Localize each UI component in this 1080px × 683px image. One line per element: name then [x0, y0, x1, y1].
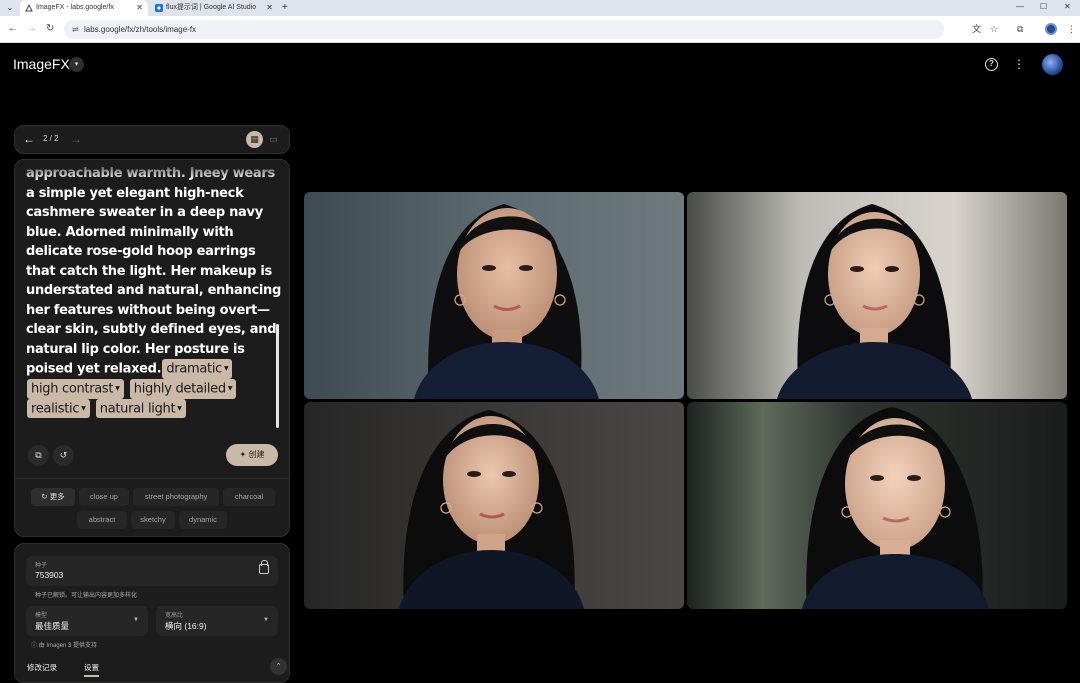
- dropdown-caret-icon: ▼: [133, 617, 139, 623]
- aspect-value: 横向 (16:9): [165, 621, 207, 631]
- forward-icon[interactable]: →: [27, 23, 37, 35]
- seed-label: 种子: [35, 563, 48, 569]
- browser-menu-icon[interactable]: ⋮: [1067, 24, 1076, 35]
- imagefx-favicon-icon: [25, 4, 33, 12]
- model-select[interactable]: 模型 最佳质量 ▼: [26, 606, 148, 636]
- more-suggestions-button[interactable]: ↻ 更多: [31, 488, 75, 506]
- tab-history[interactable]: 修改记录: [27, 662, 57, 673]
- url-text: labs.google/fx/zh/tools/image-fx: [84, 25, 197, 34]
- prompt-editor[interactable]: approachable warmth. Jneey wears a simpl…: [26, 164, 282, 432]
- chip-label: high contrast: [31, 381, 114, 396]
- maximize-icon[interactable]: ☐: [1040, 0, 1047, 14]
- close-tab-icon[interactable]: ✕: [136, 0, 143, 16]
- page-count: 2 / 2: [43, 134, 59, 143]
- model-value: 最佳质量: [35, 621, 70, 631]
- chip-realistic[interactable]: realistic ▼: [27, 398, 90, 419]
- more-options-icon[interactable]: ⋮: [1013, 57, 1025, 71]
- extensions-icon[interactable]: ⧉: [1017, 24, 1023, 35]
- collapse-chevron-icon[interactable]: ⌃: [270, 658, 287, 675]
- generated-image-4[interactable]: [687, 402, 1067, 609]
- reload-icon[interactable]: ↻: [46, 23, 54, 35]
- grid-view-icon[interactable]: ▦: [246, 131, 263, 148]
- browser-toolbar: ← → ↻ ⇌ labs.google/fx/zh/tools/image-fx…: [0, 16, 1080, 43]
- chip-caret-icon: ▼: [81, 404, 86, 412]
- chip-label: dramatic: [166, 361, 222, 377]
- tab-search-icon[interactable]: ⌄: [4, 2, 16, 14]
- browser-tab-imagefx[interactable]: ImageFX - labs.google/fx ✕: [20, 0, 148, 16]
- suggestion-chip[interactable]: charcoal: [223, 488, 275, 506]
- chip-label: highly detailed: [133, 381, 226, 396]
- unlock-icon[interactable]: [259, 560, 269, 574]
- pager-bar: ← 2 / 2 → ▦ ▭: [14, 125, 290, 154]
- prompt-fade: [15, 160, 289, 180]
- seed-value[interactable]: 753903: [35, 570, 63, 580]
- prompt-text[interactable]: approachable warmth. Jneey wears a simpl…: [26, 166, 281, 376]
- chip-highly-detailed[interactable]: highly detailed ▼: [129, 378, 237, 399]
- suggestion-chip[interactable]: abstract: [77, 511, 127, 529]
- suggestion-chip[interactable]: sketchy: [131, 511, 175, 529]
- settings-panel: 种子 753903 种子已解锁。可让输出内容更加多样化 模型 最佳质量 ▼ 宽高…: [14, 543, 290, 683]
- suggestion-chip[interactable]: dynamic: [179, 511, 227, 529]
- new-tab-icon[interactable]: +: [282, 0, 288, 16]
- info-icon: ⓘ: [31, 643, 38, 649]
- browser-profile-avatar[interactable]: [1045, 23, 1057, 35]
- generated-image-2[interactable]: [687, 192, 1067, 399]
- chip-caret-icon: ▼: [227, 384, 233, 392]
- chip-caret-icon: ▼: [223, 365, 229, 372]
- tab-settings[interactable]: 设置: [84, 662, 99, 673]
- copy-prompt-icon[interactable]: ⧉: [28, 445, 49, 466]
- prompt-scrollbar[interactable]: [276, 324, 279, 428]
- generated-image-1[interactable]: [304, 192, 684, 399]
- bookmark-star-icon[interactable]: ☆: [990, 24, 998, 35]
- tab-title: ImageFX - labs.google/fx: [36, 4, 114, 11]
- seed-note: 种子已解锁。可让输出内容更加多样化: [35, 593, 138, 599]
- chip-caret-icon: ▼: [177, 404, 182, 412]
- reset-prompt-icon[interactable]: ↺: [53, 445, 74, 466]
- ai-studio-favicon-icon: [155, 4, 163, 12]
- close-window-icon[interactable]: ✕: [1064, 0, 1071, 14]
- prompt-panel: approachable warmth. Jneey wears a simpl…: [14, 159, 290, 537]
- suggestion-chip[interactable]: close up: [79, 488, 129, 506]
- chip-caret-icon: ▼: [115, 384, 120, 392]
- tab-title: flux提示词 | Google AI Studio: [166, 4, 257, 11]
- browser-tab-bar: ⌄ ImageFX - labs.google/fx ✕ flux提示词 | G…: [0, 0, 1080, 16]
- create-label: 创建: [248, 450, 265, 459]
- refresh-icon: ↻: [41, 492, 48, 501]
- seed-field[interactable]: 种子 753903: [26, 556, 278, 586]
- active-tab-indicator: [84, 675, 99, 677]
- divider: [15, 478, 289, 479]
- site-info-icon[interactable]: ⇌: [72, 20, 79, 39]
- chip-natural-light[interactable]: natural light ▼: [95, 398, 186, 419]
- minimize-icon[interactable]: —: [1016, 0, 1024, 14]
- user-avatar[interactable]: [1042, 54, 1063, 75]
- model-label: 模型: [35, 613, 48, 619]
- previous-arrow-icon[interactable]: ←: [23, 132, 35, 146]
- dropdown-caret-icon: ▼: [263, 617, 269, 623]
- more-label: 更多: [49, 492, 65, 501]
- sparkle-icon: ✦: [239, 450, 247, 459]
- aspect-label: 宽高比: [165, 613, 184, 619]
- create-button[interactable]: ✦ 创建: [226, 444, 278, 466]
- chip-dramatic[interactable]: dramatic ▼: [162, 359, 233, 379]
- chip-high-contrast[interactable]: high contrast ▼: [27, 378, 124, 399]
- powered-by: ⓘ 由 Imagen 3 提供支持: [31, 640, 97, 649]
- url-bar[interactable]: ⇌ labs.google/fx/zh/tools/image-fx: [64, 20, 944, 39]
- powered-by-text: 由 Imagen 3 提供支持: [38, 643, 98, 649]
- app-switcher-chevron-icon[interactable]: ▾: [69, 57, 84, 72]
- suggestion-chip[interactable]: street photography: [133, 488, 219, 506]
- single-view-icon[interactable]: ▭: [269, 132, 278, 147]
- close-tab-icon[interactable]: ✕: [266, 0, 273, 16]
- aspect-ratio-select[interactable]: 宽高比 横向 (16:9) ▼: [156, 606, 278, 636]
- help-icon[interactable]: ?: [985, 58, 998, 71]
- browser-tab-ai-studio[interactable]: flux提示词 | Google AI Studio ✕: [150, 0, 278, 16]
- app-title: ImageFX: [13, 56, 70, 72]
- generated-image-3[interactable]: [304, 402, 684, 609]
- back-icon[interactable]: ←: [8, 23, 18, 35]
- chip-label: natural light: [99, 400, 176, 416]
- translate-icon[interactable]: 文: [972, 24, 981, 35]
- chip-label: realistic: [31, 400, 80, 416]
- next-arrow-icon[interactable]: →: [70, 132, 82, 146]
